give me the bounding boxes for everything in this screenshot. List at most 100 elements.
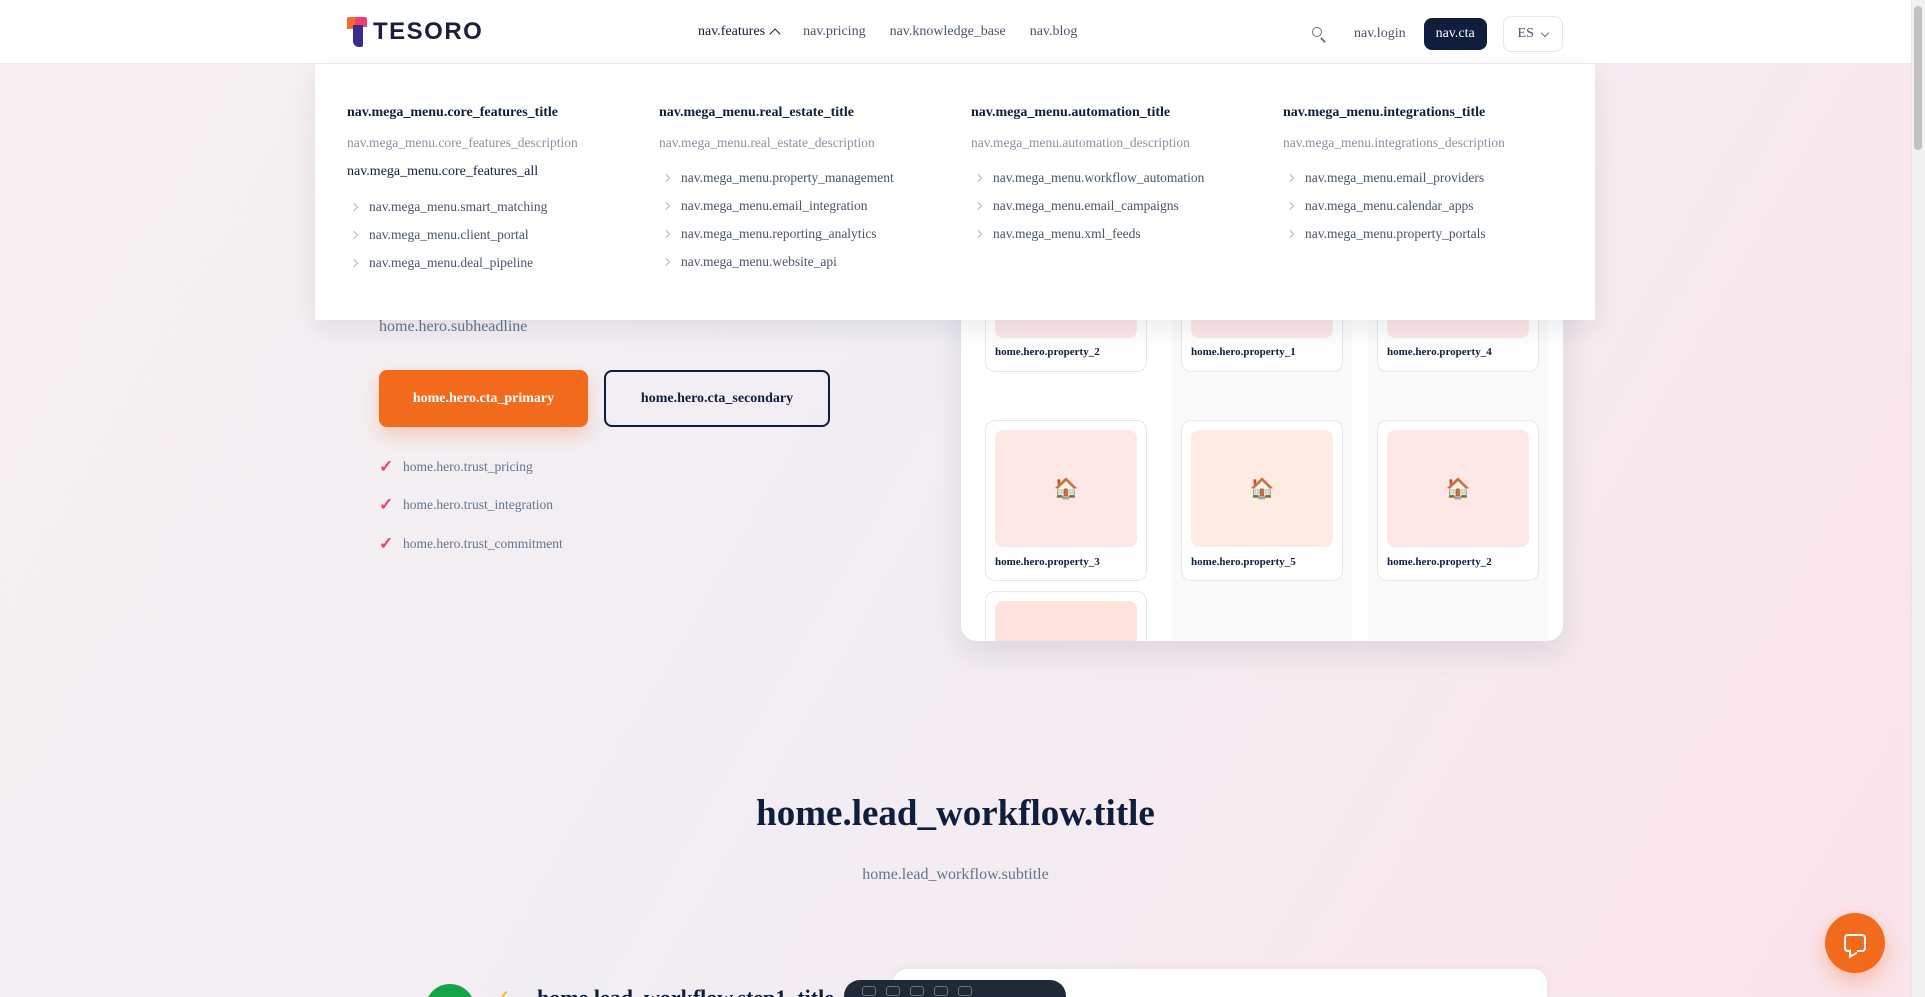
login-link[interactable]: nav.login — [1354, 26, 1406, 42]
mega-menu-link-label: nav.mega_menu.email_integration — [681, 198, 868, 213]
mega-menu-column-real-estate: nav.mega_menu.real_estate_title nav.mega… — [659, 105, 959, 276]
toolbar-icon[interactable] — [862, 986, 876, 996]
chevron-right-icon — [349, 230, 359, 240]
trust-item: ✓ home.hero.trust_commitment — [379, 534, 563, 554]
house-icon: 🏠 — [1191, 430, 1333, 547]
trust-item: ✓ home.hero.trust_integration — [379, 495, 553, 515]
toolbar-icon[interactable] — [886, 986, 900, 996]
mega-menu-link-label: nav.mega_menu.deal_pipeline — [369, 255, 534, 270]
nav-features-label: nav.features — [698, 24, 766, 39]
chevron-right-icon — [1285, 201, 1295, 211]
lead-workflow-title: home.lead_workflow.title — [756, 793, 1155, 834]
nav-pricing-label: nav.pricing — [803, 24, 866, 39]
mega-menu-link-label: nav.mega_menu.email_providers — [1305, 170, 1485, 185]
chevron-right-icon — [1285, 229, 1295, 239]
nav-knowledge-base-label: nav.knowledge_base — [889, 24, 1006, 39]
mega-menu-link[interactable]: nav.mega_menu.email_integration — [659, 192, 959, 220]
trust-item-label: home.hero.trust_pricing — [403, 459, 533, 474]
mega-menu-column-automation: nav.mega_menu.automation_title nav.mega_… — [971, 105, 1271, 248]
chevron-right-icon — [973, 229, 983, 239]
scrollbar[interactable] — [1911, 0, 1925, 997]
property-card-label: home.hero.property_4 — [1387, 346, 1492, 358]
chat-icon — [1844, 934, 1866, 952]
logo[interactable]: TESORO — [347, 16, 483, 48]
chat-button[interactable] — [1825, 913, 1885, 973]
property-card-label: home.hero.property_2 — [1387, 556, 1492, 568]
chevron-right-icon — [661, 173, 671, 183]
scrollbar-thumb[interactable] — [1914, 6, 1922, 150]
hero-cta-primary-button[interactable]: home.hero.cta_primary — [379, 370, 588, 427]
property-card[interactable]: 🏠 home.hero.property_5 — [1181, 420, 1343, 581]
nav-blog-label: nav.blog — [1029, 24, 1078, 39]
mega-menu-link[interactable]: nav.mega_menu.website_api — [659, 248, 959, 276]
chevron-up-icon — [769, 28, 781, 40]
mega-menu-link[interactable]: nav.mega_menu.property_portals — [1283, 220, 1583, 248]
language-value: ES — [1517, 26, 1534, 41]
chevron-down-icon — [1540, 28, 1550, 37]
chevron-right-icon — [661, 201, 671, 211]
main-nav: nav.features nav.pricing nav.knowledge_b… — [698, 0, 1077, 64]
trust-item: ✓ home.hero.trust_pricing — [379, 457, 533, 477]
property-card-label: home.hero.property_1 — [1191, 346, 1296, 358]
mega-menu-link[interactable]: nav.mega_menu.reporting_analytics — [659, 220, 959, 248]
mega-menu-link[interactable]: nav.mega_menu.workflow_automation — [971, 164, 1271, 192]
property-card-label: home.hero.property_2 — [995, 346, 1100, 358]
property-card-label: home.hero.property_5 — [1191, 556, 1296, 568]
check-icon: ✓ — [379, 457, 394, 476]
mega-menu-column-title[interactable]: nav.mega_menu.core_features_title — [347, 105, 647, 121]
chevron-right-icon — [661, 229, 671, 239]
mega-menu-column-core-features: nav.mega_menu.core_features_title nav.me… — [347, 105, 647, 277]
property-card-label: home.hero.property_3 — [995, 556, 1100, 568]
nav-pricing[interactable]: nav.pricing — [803, 24, 865, 40]
mega-menu-link-label: nav.mega_menu.property_management — [681, 170, 894, 185]
toolbar-icon[interactable] — [910, 986, 924, 996]
mega-menu-link-label: nav.mega_menu.property_portals — [1305, 226, 1486, 241]
mega-menu-column-title[interactable]: nav.mega_menu.integrations_title — [1283, 105, 1583, 121]
nav-blog[interactable]: nav.blog — [1030, 24, 1078, 40]
toolbar-icon[interactable] — [934, 986, 948, 996]
nav-knowledge-base[interactable]: nav.knowledge_base — [890, 24, 1006, 40]
header-actions: nav.login nav.cta ES — [1310, 16, 1563, 52]
language-select[interactable]: ES — [1502, 16, 1563, 52]
chevron-right-icon — [661, 257, 671, 267]
mega-menu-link-label: nav.mega_menu.smart_matching — [369, 199, 548, 214]
property-card[interactable]: 🏠 home.hero.property_3 — [985, 420, 1147, 581]
mega-menu-link[interactable]: nav.mega_menu.deal_pipeline — [347, 249, 647, 277]
mega-menu-column-integrations: nav.mega_menu.integrations_title nav.meg… — [1283, 105, 1583, 248]
mega-menu-link-label: nav.mega_menu.client_portal — [369, 227, 529, 242]
cta-button[interactable]: nav.cta — [1423, 18, 1487, 50]
house-icon: 🏠 — [995, 430, 1137, 547]
logo-text: TESORO — [373, 18, 484, 45]
hero-cta-secondary-button[interactable]: home.hero.cta_secondary — [604, 370, 830, 427]
search-icon[interactable] — [1310, 25, 1328, 43]
property-card[interactable]: 🏠 home.hero.property_2 — [1377, 420, 1539, 581]
mega-menu-all-link[interactable]: nav.mega_menu.core_features_all — [347, 164, 647, 180]
preview-toolbar — [844, 980, 1066, 997]
lead-workflow-subtitle: home.lead_workflow.subtitle — [862, 866, 1049, 883]
mega-menu-link[interactable]: nav.mega_menu.xml_feeds — [971, 220, 1271, 248]
chevron-right-icon — [973, 201, 983, 211]
mega-menu-link[interactable]: nav.mega_menu.email_providers — [1283, 164, 1583, 192]
chevron-right-icon — [973, 173, 983, 183]
chevron-right-icon — [1285, 173, 1295, 183]
property-card[interactable] — [985, 591, 1147, 641]
mega-menu-column-title[interactable]: nav.mega_menu.automation_title — [971, 105, 1271, 121]
mega-menu-link[interactable]: nav.mega_menu.property_management — [659, 164, 959, 192]
mega-menu-link[interactable]: nav.mega_menu.calendar_apps — [1283, 192, 1583, 220]
mega-menu: nav.mega_menu.core_features_title nav.me… — [315, 64, 1595, 320]
mega-menu-link-label: nav.mega_menu.xml_feeds — [993, 226, 1141, 241]
site-header: TESORO nav.features nav.pricing nav.know… — [0, 0, 1911, 64]
nav-features[interactable]: nav.features — [698, 24, 781, 40]
mega-menu-link[interactable]: nav.mega_menu.smart_matching — [347, 193, 647, 221]
logo-mark-icon — [347, 17, 367, 47]
mega-menu-link-label: nav.mega_menu.reporting_analytics — [681, 226, 877, 241]
mega-menu-column-description: nav.mega_menu.integrations_description — [1283, 135, 1505, 150]
toolbar-icon[interactable] — [958, 986, 972, 996]
mega-menu-column-title[interactable]: nav.mega_menu.real_estate_title — [659, 105, 959, 121]
mega-menu-link[interactable]: nav.mega_menu.email_campaigns — [971, 192, 1271, 220]
property-image — [995, 601, 1137, 641]
mega-menu-column-description: nav.mega_menu.real_estate_description — [659, 135, 875, 150]
mega-menu-link[interactable]: nav.mega_menu.client_portal — [347, 221, 647, 249]
mega-menu-link-label: nav.mega_menu.calendar_apps — [1305, 198, 1474, 213]
mega-menu-column-description: nav.mega_menu.core_features_description — [347, 135, 578, 150]
